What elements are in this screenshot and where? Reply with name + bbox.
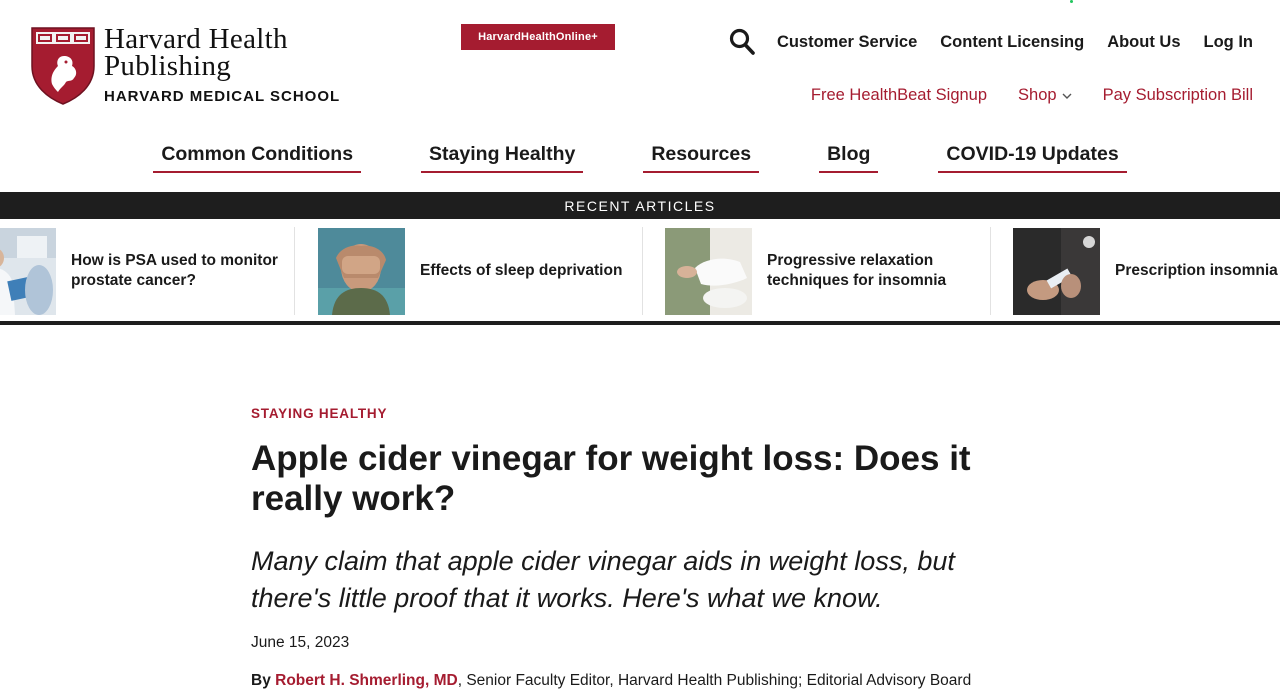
author-link[interactable]: Robert H. Shmerling, MD — [275, 672, 458, 689]
article-byline: By Robert H. Shmerling, MD, Senior Facul… — [251, 672, 971, 690]
pay-subscription-link[interactable]: Pay Subscription Bill — [1103, 86, 1253, 105]
nav-common-conditions[interactable]: Common Conditions — [153, 141, 362, 173]
divider — [294, 227, 295, 315]
recent-article-1[interactable]: How is PSA used to monitor prostate canc… — [0, 227, 289, 315]
harvard-shield-icon — [31, 27, 95, 105]
chevron-down-icon — [1062, 93, 1072, 99]
recent-article-3[interactable]: Progressive relaxation techniques for in… — [665, 227, 985, 315]
recent-articles-list: How is PSA used to monitor prostate canc… — [0, 227, 1280, 315]
tired-man-thumbnail — [318, 227, 405, 315]
site-logo[interactable]: Harvard Health Publishing HARVARD MEDICA… — [30, 23, 341, 106]
divider — [642, 227, 643, 315]
customer-service-link[interactable]: Customer Service — [777, 33, 917, 52]
article-dek: Many claim that apple cider vinegar aids… — [251, 546, 955, 613]
harvard-health-online-button[interactable]: HarvardHealthOnline+ — [461, 24, 615, 50]
shop-label: Shop — [1018, 86, 1057, 104]
nav-blog[interactable]: Blog — [819, 141, 879, 173]
brand-name-line2: Publishing — [104, 50, 232, 82]
article-headline: Apple cider vinegar for weight loss: Doe… — [251, 439, 971, 518]
article-category[interactable]: STAYING HEALTHY — [251, 406, 387, 421]
about-us-link[interactable]: About Us — [1107, 33, 1180, 52]
author-role: , Senior Faculty Editor, Harvard Health … — [457, 672, 972, 689]
log-in-link[interactable]: Log In — [1204, 33, 1253, 52]
relaxation-thumbnail — [665, 227, 752, 315]
article-date: June 15, 2023 — [251, 634, 350, 651]
byline-prefix: By — [251, 672, 271, 689]
brand-subtitle: HARVARD MEDICAL SCHOOL — [104, 88, 341, 105]
secondary-nav: Free HealthBeat Signup Shop Pay Subscrip… — [780, 86, 1253, 105]
recent-article-title: Effects of sleep deprivation — [420, 262, 623, 279]
doctor-patient-thumbnail — [0, 227, 56, 315]
divider — [990, 227, 991, 315]
main-nav: Common Conditions Staying Healthy Resour… — [0, 141, 1280, 173]
brand-name-line1: Harvard Health — [104, 23, 288, 55]
recent-article-title: How is PSA used to monitor prostate canc… — [71, 252, 278, 289]
recent-article-title: Prescription insomnia medications: What … — [1115, 262, 1280, 279]
recent-article-title: Progressive relaxation techniques for in… — [767, 252, 947, 289]
content-licensing-link[interactable]: Content Licensing — [940, 33, 1084, 52]
recent-articles-heading: RECENT ARTICLES — [0, 192, 1280, 219]
search-icon[interactable] — [729, 28, 755, 56]
recent-article-2[interactable]: Effects of sleep deprivation — [318, 227, 638, 315]
nav-resources[interactable]: Resources — [643, 141, 760, 173]
nav-covid-updates[interactable]: COVID-19 Updates — [938, 141, 1127, 173]
status-dot — [1070, 0, 1073, 3]
pill-bottle-thumbnail — [1013, 227, 1100, 315]
nav-staying-healthy[interactable]: Staying Healthy — [421, 141, 584, 173]
utility-nav: Customer Service Content Licensing About… — [729, 28, 1253, 56]
healthbeat-signup-link[interactable]: Free HealthBeat Signup — [811, 86, 987, 105]
shop-menu[interactable]: Shop — [1018, 86, 1072, 105]
recent-articles-bottom-rule — [0, 321, 1280, 325]
recent-article-4[interactable]: Prescription insomnia medications: What … — [1013, 227, 1280, 315]
